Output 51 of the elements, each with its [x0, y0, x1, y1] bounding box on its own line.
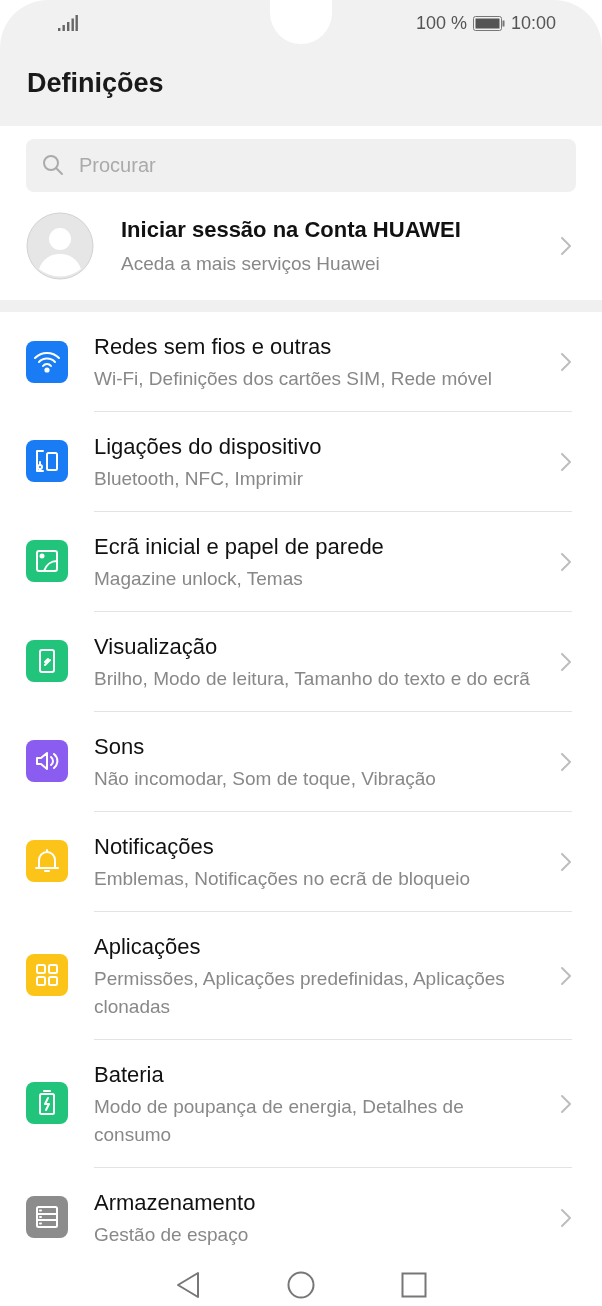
- item-subtitle: Não incomodar, Som de toque, Vibração: [94, 767, 437, 791]
- chevron-icon: [560, 551, 572, 572]
- account-subtitle: Aceda a mais serviços Huawei: [121, 252, 381, 277]
- item-title: Visualização: [94, 633, 219, 661]
- settings-item[interactable]: Notificações Emblemas, Notificações no ecrã de bloqueio: [0, 811, 602, 911]
- search-field[interactable]: Procurar: [26, 139, 576, 192]
- item-title: Bateria: [94, 1061, 165, 1089]
- settings-item[interactable]: Ligações do dispositivo Bluetooth, NFC, Imprimir: [0, 411, 602, 511]
- chevron-icon: [560, 751, 572, 772]
- page-title: Definições: [27, 66, 164, 100]
- recents-icon[interactable]: [401, 1271, 427, 1298]
- signal-icon: [58, 15, 78, 31]
- item-subtitle: Gestão de espaço: [94, 1223, 250, 1247]
- chevron-icon: [560, 351, 572, 372]
- item-subtitle: Emblemas, Notificações no ecrã de bloqueio: [94, 867, 471, 891]
- home-icon[interactable]: [287, 1270, 315, 1299]
- item-subtitle: Bluetooth, NFC, Imprimir: [94, 467, 305, 491]
- settings-item[interactable]: Armazenamento Gestão de espaço: [0, 1167, 602, 1267]
- item-title: Aplicações: [94, 933, 202, 961]
- battery-icon: [472, 15, 505, 31]
- chevron-icon: [560, 236, 572, 256]
- battery-percent: 100 %: [415, 11, 467, 35]
- clock: 10:00: [510, 11, 556, 35]
- settings-item[interactable]: Visualização Brilho, Modo de leitura, Tamanho do texto e do ecrã: [0, 611, 602, 711]
- account-title: Iniciar sessão na Conta HUAWEI: [121, 216, 462, 245]
- item-subtitle: Brilho, Modo de leitura, Tamanho do texto e do ecrã: [94, 667, 531, 691]
- back-icon[interactable]: [175, 1270, 201, 1299]
- chevron-icon: [560, 1207, 572, 1228]
- item-title: Sons: [94, 733, 146, 761]
- chevron-icon: [560, 965, 572, 986]
- settings-item[interactable]: Bateria Modo de poupança de energia, Detalhes de consumo: [0, 1039, 602, 1167]
- settings-item[interactable]: Ecrã inicial e papel de parede Magazine unlock, Temas: [0, 511, 602, 611]
- item-title: Armazenamento: [94, 1189, 257, 1217]
- item-subtitle: Permissões, Aplicações predefinidas, Aplicações clonadas: [94, 967, 506, 1019]
- chevron-icon: [560, 651, 572, 672]
- item-subtitle: Modo de poupança de energia, Detalhes de consumo: [94, 1095, 465, 1147]
- chevron-icon: [560, 851, 572, 872]
- account-row[interactable]: Iniciar sessão na Conta HUAWEI Aceda a mais serviços Huawei: [0, 192, 602, 300]
- item-subtitle: Magazine unlock, Temas: [94, 567, 304, 591]
- item-title: Notificações: [94, 833, 215, 861]
- item-title: Ecrã inicial e papel de parede: [94, 533, 385, 561]
- chevron-icon: [560, 451, 572, 472]
- settings-item[interactable]: Sons Não incomodar, Som de toque, Vibração: [0, 711, 602, 811]
- settings-item[interactable]: Redes sem fios e outras Wi-Fi, Definições dos cartões SIM, Rede móvel: [0, 312, 602, 411]
- settings-item[interactable]: Aplicações Permissões, Aplicações predefinidas, Aplicações clonadas: [0, 911, 602, 1039]
- chevron-icon: [560, 1093, 572, 1114]
- search-icon: [42, 154, 64, 176]
- item-title: Redes sem fios e outras: [94, 333, 333, 361]
- avatar-icon: [26, 212, 94, 280]
- item-subtitle: Wi-Fi, Definições dos cartões SIM, Rede móvel: [94, 367, 494, 391]
- item-title: Ligações do dispositivo: [94, 433, 323, 461]
